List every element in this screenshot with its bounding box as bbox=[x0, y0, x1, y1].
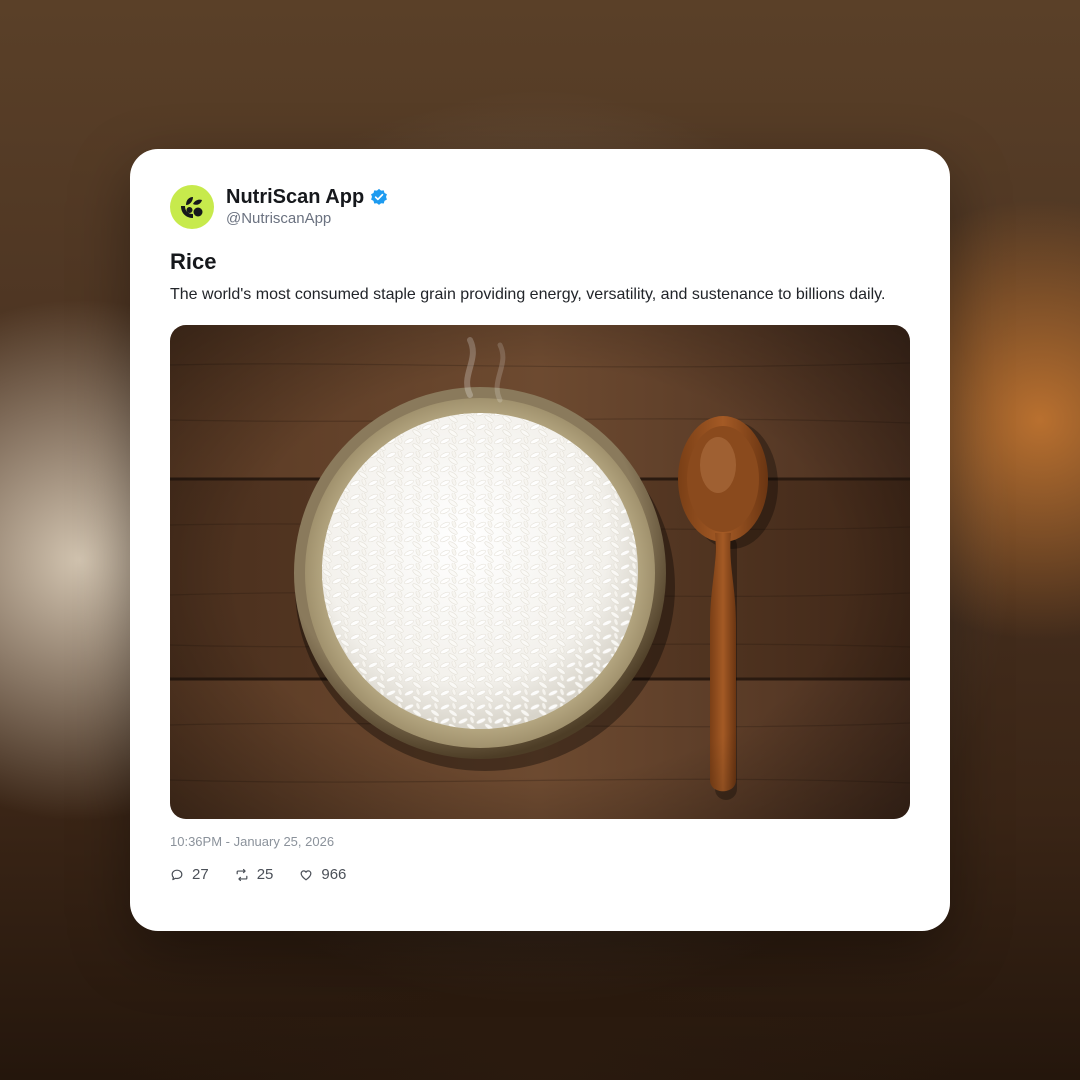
avatar[interactable] bbox=[170, 185, 214, 229]
author-name-row: NutriScan App bbox=[226, 185, 388, 209]
heart-icon bbox=[300, 869, 312, 880]
reply-count: 27 bbox=[192, 866, 209, 883]
rice-bowl-illustration bbox=[170, 325, 910, 819]
post-header: NutriScan App @NutriscanApp bbox=[170, 184, 910, 230]
like-button[interactable]: 966 bbox=[299, 866, 346, 883]
post-title: Rice bbox=[170, 249, 217, 274]
reply-button[interactable]: 27 bbox=[170, 866, 209, 883]
post-timestamp[interactable]: 10:36PM - January 25, 2026 bbox=[170, 834, 910, 850]
repost-button[interactable]: 25 bbox=[235, 866, 274, 883]
repost-icon bbox=[236, 868, 248, 881]
author-handle[interactable]: @NutriscanApp bbox=[226, 209, 388, 229]
author-names: NutriScan App @NutriscanApp bbox=[226, 185, 388, 229]
post-image[interactable] bbox=[170, 325, 910, 819]
post-description: The world's most consumed staple grain p… bbox=[170, 286, 886, 303]
comment-icon bbox=[171, 869, 183, 880]
author-display-name[interactable]: NutriScan App bbox=[226, 185, 364, 209]
nutriscan-logo-icon bbox=[181, 197, 203, 218]
engagement-bar: 27 25 966 bbox=[170, 866, 910, 883]
repost-count: 25 bbox=[256, 866, 274, 883]
like-count: 966 bbox=[321, 866, 347, 883]
verified-badge-icon bbox=[371, 188, 388, 205]
post-card: NutriScan App @NutriscanApp Rice The wor… bbox=[130, 149, 950, 931]
